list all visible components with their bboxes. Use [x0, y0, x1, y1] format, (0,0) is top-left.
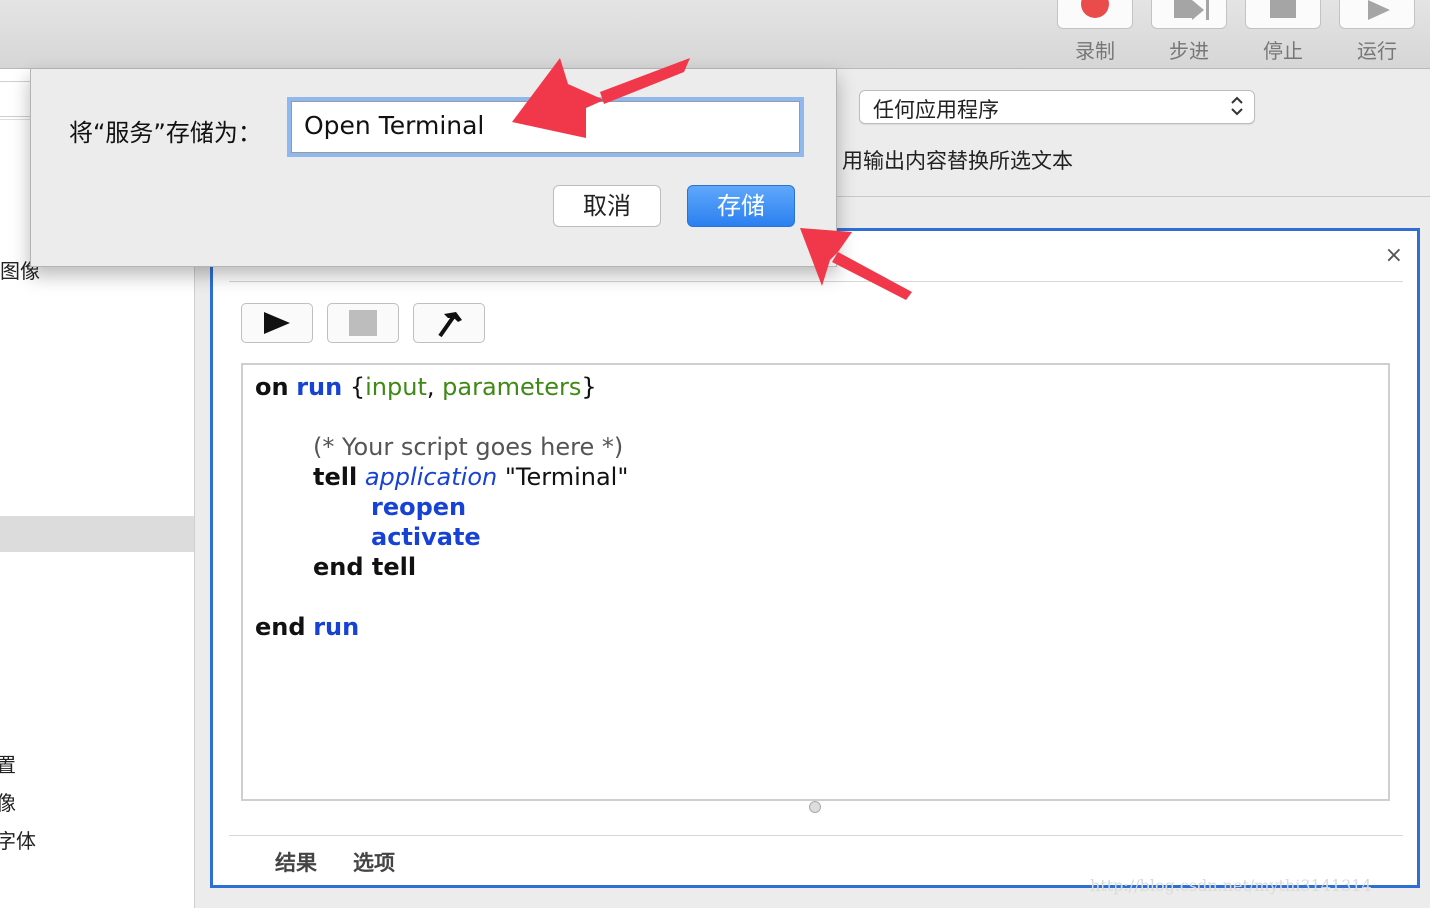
- stop-button[interactable]: 停止: [1245, 0, 1321, 64]
- code-line: tell application "Terminal": [313, 463, 629, 491]
- hammer-icon: [438, 312, 462, 338]
- code-line: end run: [255, 613, 360, 641]
- application-popup-value: 任何应用程序: [873, 98, 999, 122]
- run-script-button[interactable]: [241, 303, 313, 343]
- record-icon: [1081, 0, 1109, 18]
- replace-selected-text-option[interactable]: 用输出内容替换所选文本: [842, 145, 1073, 175]
- stop-script-button[interactable]: [327, 303, 399, 343]
- tab-results[interactable]: 结果: [275, 847, 317, 877]
- window-toolbar: 录制 步进 停止 运行: [0, 0, 1430, 69]
- sidebar-item[interactable]: 字体: [0, 825, 36, 854]
- step-label: 步进: [1169, 39, 1209, 63]
- step-button[interactable]: 步进: [1151, 0, 1227, 64]
- cancel-button[interactable]: 取消: [553, 185, 661, 227]
- service-name-field[interactable]: [291, 101, 800, 153]
- save-button[interactable]: 存储: [687, 185, 795, 227]
- run-label: 运行: [1357, 39, 1397, 63]
- stop-square-icon: [349, 310, 377, 336]
- run-applescript-action: × on run {input, parameters} (* Your scr…: [210, 228, 1420, 888]
- sidebar-selected-row[interactable]: [0, 516, 194, 552]
- code-line: reopen: [371, 493, 467, 521]
- save-service-sheet: 将“服务”存储为： 取消 存储: [30, 69, 837, 267]
- resize-handle[interactable]: [809, 801, 821, 813]
- stop-label: 停止: [1263, 39, 1303, 63]
- play-icon: [264, 312, 290, 334]
- save-as-prompt: 将“服务”存储为：: [69, 119, 262, 147]
- code-line: activate: [371, 523, 481, 551]
- sidebar-item[interactable]: 像: [0, 787, 16, 816]
- code-line: on run {input, parameters}: [255, 373, 597, 401]
- sidebar-item[interactable]: 置: [0, 749, 16, 778]
- tab-options[interactable]: 选项: [353, 847, 395, 877]
- close-icon[interactable]: ×: [1385, 243, 1403, 268]
- stop-icon: [1270, 0, 1296, 18]
- application-popup[interactable]: 任何应用程序: [859, 90, 1255, 124]
- chevron-updown-icon: [1231, 96, 1243, 116]
- script-editor[interactable]: on run {input, parameters} (* Your scrip…: [241, 363, 1390, 801]
- watermark-text: http://blog.csdn.net/mythi3141314: [1090, 876, 1372, 895]
- record-label: 录制: [1075, 39, 1115, 63]
- step-icon: [1174, 0, 1192, 18]
- code-line: end tell: [313, 553, 417, 581]
- code-comment: (* Your script goes here *): [313, 433, 624, 461]
- compile-script-button[interactable]: [413, 303, 485, 343]
- record-button[interactable]: 录制: [1057, 0, 1133, 64]
- service-name-input[interactable]: [292, 102, 784, 148]
- run-button[interactable]: 运行: [1339, 0, 1415, 64]
- run-icon: [1368, 0, 1390, 20]
